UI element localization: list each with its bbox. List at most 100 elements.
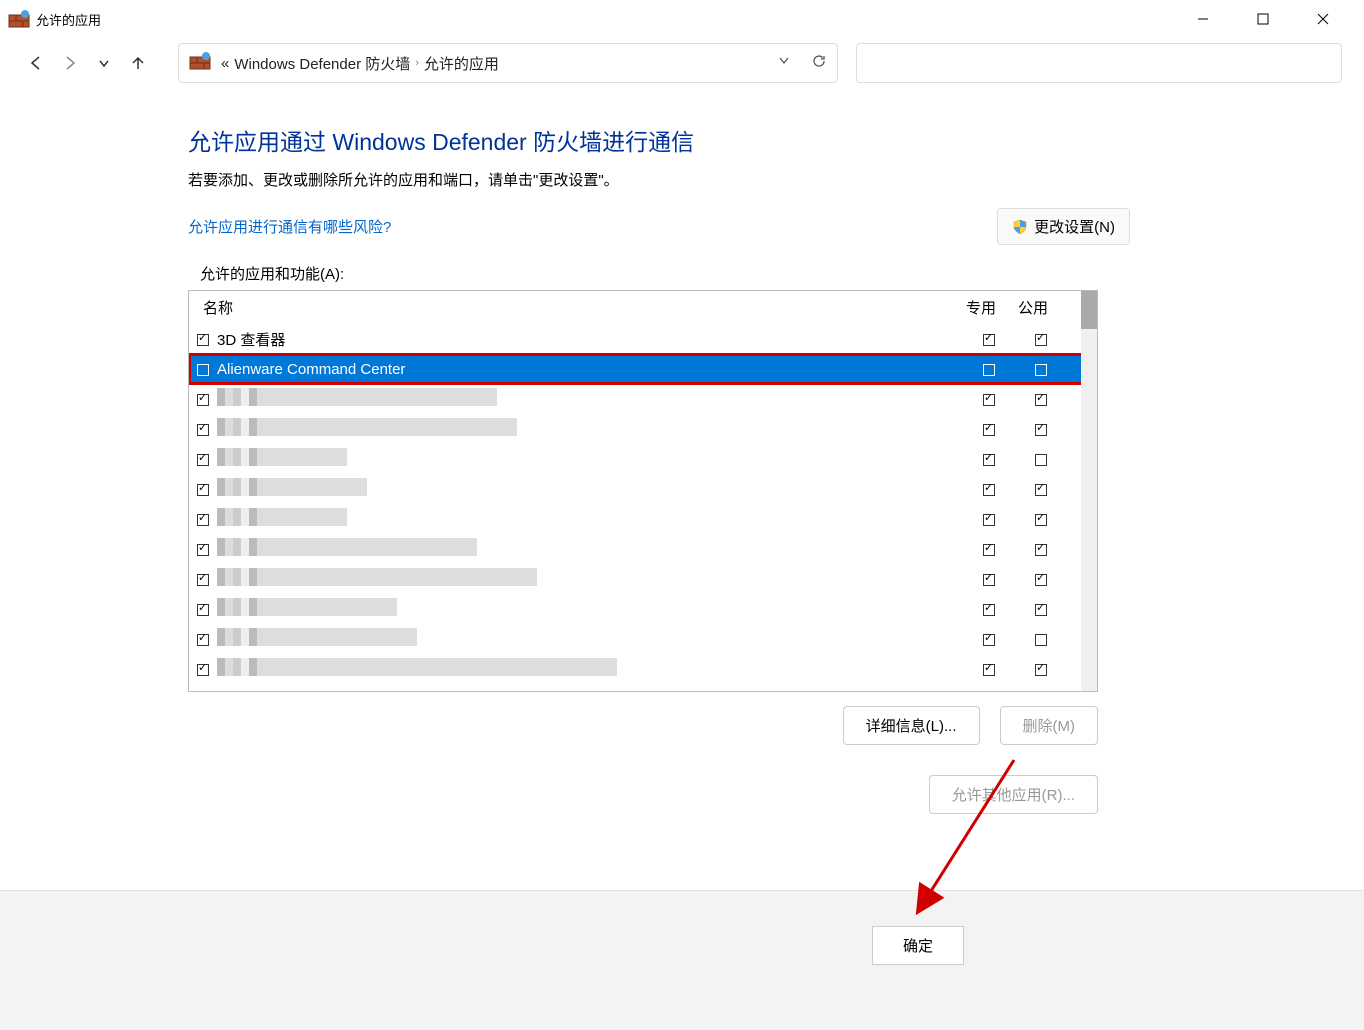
app-name-blurred	[217, 598, 397, 616]
app-name-blurred	[217, 418, 517, 436]
checkbox[interactable]	[1035, 364, 1047, 376]
risk-link[interactable]: 允许应用进行通信有哪些风险?	[188, 216, 391, 237]
scrollbar-thumb[interactable]	[1081, 291, 1097, 329]
search-box[interactable]	[856, 43, 1342, 83]
page-subtitle: 若要添加、更改或删除所允许的应用和端口，请单击"更改设置"。	[188, 169, 1130, 190]
checkbox[interactable]	[197, 664, 209, 676]
table-row[interactable]	[189, 504, 1097, 534]
table-row[interactable]	[189, 594, 1097, 624]
app-name-blurred	[217, 568, 537, 586]
address-icon	[189, 51, 211, 76]
checkbox[interactable]	[983, 364, 995, 376]
app-icon	[8, 9, 28, 29]
checkbox[interactable]	[197, 634, 209, 646]
app-name: 3D 查看器	[217, 332, 285, 349]
checkbox[interactable]	[1035, 604, 1047, 616]
change-settings-button[interactable]: 更改设置(N)	[997, 208, 1130, 245]
table-row[interactable]	[189, 384, 1097, 414]
col-private[interactable]: 专用	[955, 297, 1007, 318]
checkbox[interactable]	[983, 634, 995, 646]
table-row[interactable]	[189, 624, 1097, 654]
checkbox[interactable]	[1035, 484, 1047, 496]
group-label: 允许的应用和功能(A):	[188, 263, 1130, 284]
checkbox[interactable]	[197, 484, 209, 496]
checkbox[interactable]	[1035, 574, 1047, 586]
col-public[interactable]: 公用	[1007, 297, 1059, 318]
navbar: « Windows Defender 防火墙 › 允许的应用	[0, 38, 1364, 88]
checkbox[interactable]	[197, 424, 209, 436]
table-row[interactable]	[189, 474, 1097, 504]
table-row[interactable]	[189, 534, 1097, 564]
details-button[interactable]: 详细信息(L)...	[843, 706, 980, 745]
checkbox[interactable]	[1035, 664, 1047, 676]
change-settings-label: 更改设置(N)	[1034, 216, 1115, 237]
col-name[interactable]: 名称	[197, 297, 955, 318]
footer: 确定	[0, 890, 1364, 1030]
app-name-blurred	[217, 478, 367, 496]
checkbox[interactable]	[197, 604, 209, 616]
forward-button[interactable]	[56, 49, 84, 77]
close-button[interactable]	[1308, 4, 1338, 34]
checkbox[interactable]	[983, 424, 995, 436]
checkbox[interactable]	[197, 574, 209, 586]
checkbox[interactable]	[983, 544, 995, 556]
checkbox[interactable]	[983, 394, 995, 406]
checkbox[interactable]	[1035, 334, 1047, 346]
checkbox[interactable]	[197, 514, 209, 526]
table-row[interactable]	[189, 444, 1097, 474]
checkbox[interactable]	[197, 394, 209, 406]
checkbox[interactable]	[983, 454, 995, 466]
address-bar[interactable]: « Windows Defender 防火墙 › 允许的应用	[178, 43, 838, 83]
checkbox[interactable]	[983, 574, 995, 586]
up-button[interactable]	[124, 49, 152, 77]
recent-dropdown[interactable]	[90, 49, 118, 77]
app-name-blurred	[217, 538, 477, 556]
table-row[interactable]	[189, 564, 1097, 594]
checkbox[interactable]	[1035, 514, 1047, 526]
checkbox[interactable]	[983, 604, 995, 616]
checkbox[interactable]	[1035, 454, 1047, 466]
app-name-blurred	[217, 388, 497, 406]
checkbox[interactable]	[197, 364, 209, 376]
window-title: 允许的应用	[36, 10, 1188, 29]
app-name-blurred	[217, 508, 347, 526]
titlebar: 允许的应用	[0, 0, 1364, 38]
refresh-icon[interactable]	[811, 53, 827, 74]
table-row[interactable]: Alienware Command Center	[189, 354, 1097, 384]
scrollbar[interactable]	[1081, 291, 1097, 691]
content: 允许应用通过 Windows Defender 防火墙进行通信 若要添加、更改或…	[0, 88, 1130, 814]
checkbox[interactable]	[983, 664, 995, 676]
apps-list: 名称 专用 公用 3D 查看器 Alienware Command Center	[188, 290, 1098, 692]
checkbox[interactable]	[197, 454, 209, 466]
page-title: 允许应用通过 Windows Defender 防火墙进行通信	[188, 123, 1130, 157]
dropdown-icon[interactable]	[777, 53, 791, 74]
list-header: 名称 专用 公用	[189, 291, 1097, 324]
breadcrumb-seg-1[interactable]: Windows Defender 防火墙	[234, 53, 410, 74]
checkbox[interactable]	[983, 484, 995, 496]
app-name-blurred	[217, 628, 417, 646]
table-row[interactable]	[189, 414, 1097, 444]
checkbox[interactable]	[983, 514, 995, 526]
breadcrumb-dots[interactable]: «	[221, 55, 229, 72]
shield-icon	[1012, 219, 1028, 235]
checkbox[interactable]	[197, 544, 209, 556]
minimize-button[interactable]	[1188, 4, 1218, 34]
app-name: Alienware Command Center	[217, 361, 405, 378]
checkbox[interactable]	[983, 334, 995, 346]
app-name-blurred	[217, 658, 617, 676]
delete-button[interactable]: 删除(M)	[1000, 706, 1099, 745]
chevron-right-icon: ›	[415, 57, 419, 69]
app-name-blurred	[217, 448, 347, 466]
maximize-button[interactable]	[1248, 4, 1278, 34]
checkbox[interactable]	[1035, 424, 1047, 436]
checkbox[interactable]	[1035, 544, 1047, 556]
table-row[interactable]	[189, 654, 1097, 684]
table-row[interactable]: 3D 查看器	[189, 324, 1097, 354]
ok-button[interactable]: 确定	[872, 926, 964, 965]
checkbox[interactable]	[1035, 394, 1047, 406]
checkbox[interactable]	[197, 334, 209, 346]
back-button[interactable]	[22, 49, 50, 77]
checkbox[interactable]	[1035, 634, 1047, 646]
breadcrumb-seg-2[interactable]: 允许的应用	[424, 53, 499, 74]
allow-other-app-button[interactable]: 允许其他应用(R)...	[929, 775, 1098, 814]
